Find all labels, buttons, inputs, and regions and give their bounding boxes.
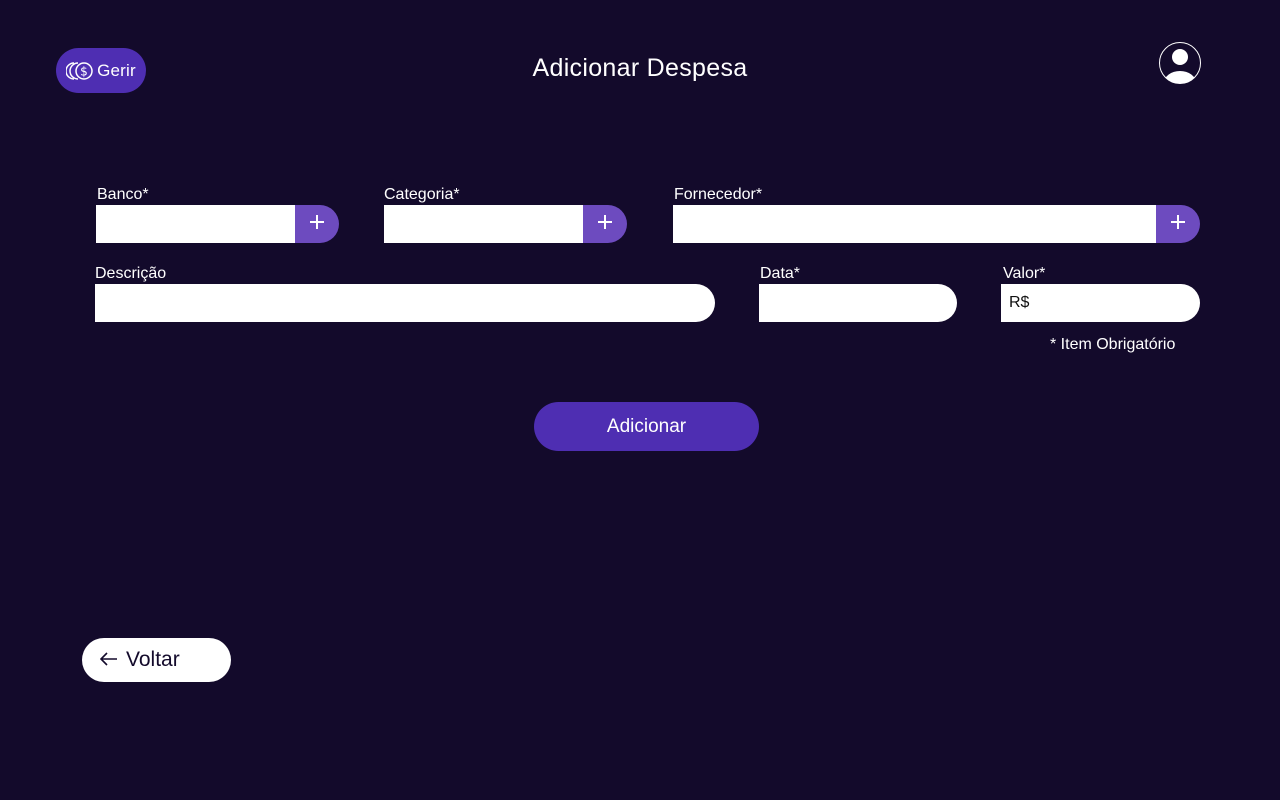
add-banco-button[interactable] bbox=[295, 205, 339, 243]
categoria-label: Categoria* bbox=[384, 186, 460, 203]
voltar-button-label: Voltar bbox=[126, 648, 180, 671]
data-label: Data* bbox=[760, 265, 801, 282]
categoria-input[interactable] bbox=[384, 205, 583, 243]
arrow-left-icon bbox=[99, 648, 118, 672]
adicionar-button[interactable]: Adicionar bbox=[534, 402, 759, 451]
user-avatar-icon[interactable] bbox=[1159, 41, 1201, 85]
data-input[interactable] bbox=[759, 284, 957, 322]
plus-icon bbox=[1170, 214, 1186, 235]
required-note: * Item Obrigatório bbox=[1050, 336, 1176, 353]
descricao-input[interactable] bbox=[95, 284, 715, 322]
banco-label: Banco* bbox=[97, 186, 149, 203]
fornecedor-input[interactable] bbox=[673, 205, 1156, 243]
page-title: Adicionar Despesa bbox=[532, 54, 748, 82]
add-fornecedor-button[interactable] bbox=[1156, 205, 1200, 243]
adicionar-button-label: Adicionar bbox=[606, 415, 687, 437]
plus-icon bbox=[309, 214, 325, 235]
banco-input[interactable] bbox=[96, 205, 295, 243]
descricao-label: Descrição bbox=[95, 265, 167, 282]
add-expense-page: $ Gerir Adicionar Despesa Banco* Categor… bbox=[0, 0, 1280, 800]
add-categoria-button[interactable] bbox=[583, 205, 627, 243]
valor-input[interactable] bbox=[1001, 284, 1200, 322]
voltar-button[interactable]: Voltar bbox=[82, 638, 231, 682]
plus-icon bbox=[597, 214, 613, 235]
fornecedor-label: Fornecedor* bbox=[674, 186, 763, 203]
valor-label: Valor* bbox=[1003, 265, 1046, 282]
